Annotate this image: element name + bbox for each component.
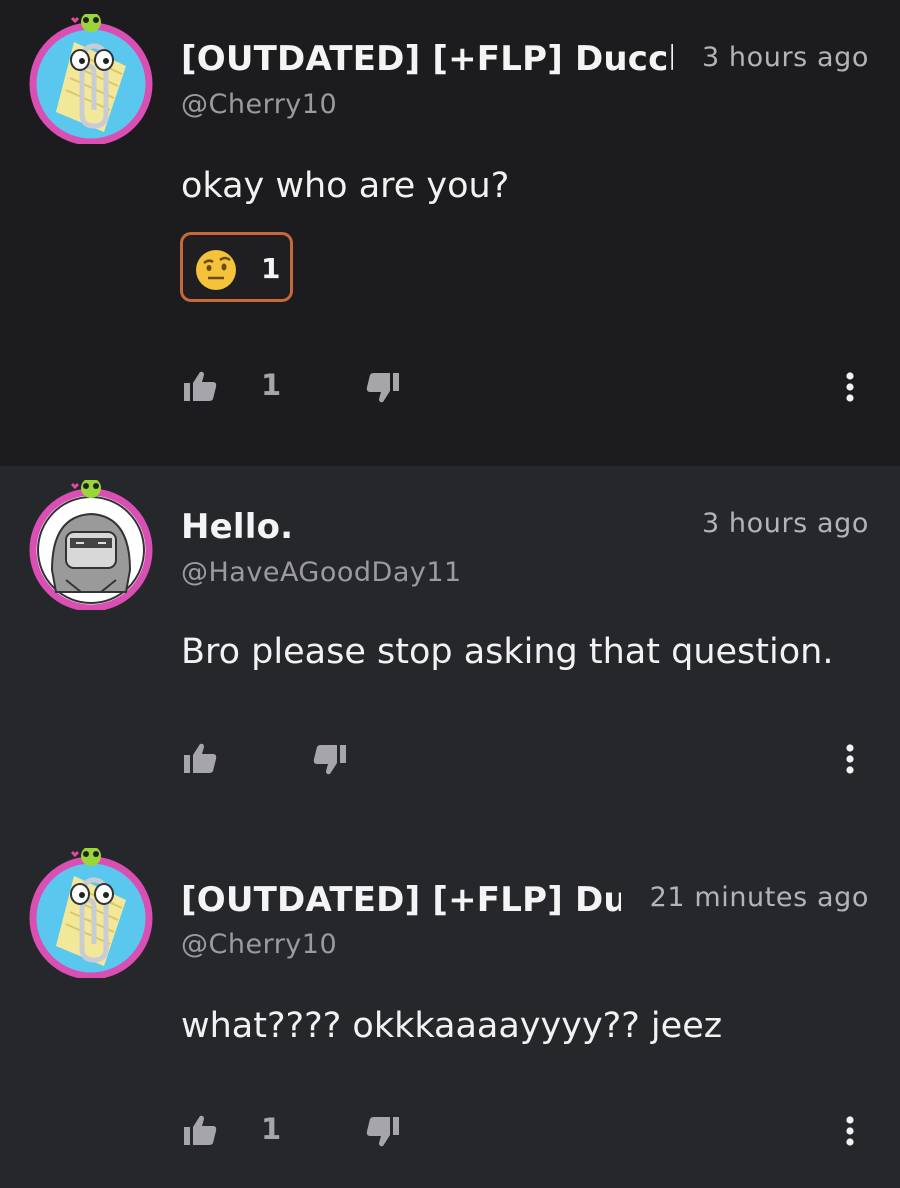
- author-name[interactable]: [OUTDATED] [+FLP] Ducclyn: [181, 39, 673, 79]
- avatar[interactable]: [26, 14, 156, 144]
- thumbs-up-icon[interactable]: [183, 370, 217, 402]
- avatar[interactable]: [26, 480, 156, 610]
- more-options-icon[interactable]: [838, 368, 862, 408]
- author-name[interactable]: [OUTDATED] [+FLP] Ducclyn: [181, 880, 621, 920]
- comment-text: okay who are you?: [181, 166, 510, 206]
- more-options-icon[interactable]: [838, 740, 862, 780]
- reaction-chip[interactable]: 1: [180, 232, 293, 302]
- thumbs-up-icon[interactable]: [183, 742, 217, 774]
- author-handle[interactable]: @Cherry10: [181, 929, 337, 960]
- action-bar: 1: [0, 1112, 900, 1152]
- like-count: 1: [261, 368, 282, 402]
- comment: [OUTDATED] [+FLP] Ducclyn 21 minutes ago…: [0, 838, 900, 1188]
- timestamp: 3 hours ago: [701, 508, 869, 539]
- timestamp: 21 minutes ago: [649, 882, 869, 913]
- thumbs-up-icon[interactable]: [183, 1114, 217, 1146]
- face-with-raised-eyebrow-icon: [196, 250, 236, 290]
- comment-text: Bro please stop asking that question.: [181, 632, 834, 672]
- avatar[interactable]: [26, 848, 156, 978]
- like-count: 1: [261, 1112, 282, 1146]
- comment: [OUTDATED] [+FLP] Ducclyn 3 hours ago @C…: [0, 0, 900, 466]
- timestamp: 3 hours ago: [701, 42, 869, 73]
- action-bar: [0, 740, 900, 780]
- author-handle[interactable]: @Cherry10: [181, 89, 337, 120]
- author-name[interactable]: Hello.: [181, 507, 293, 547]
- action-bar: 1: [0, 368, 900, 408]
- comment-text: what???? okkkaaaayyyy?? jeez: [181, 1006, 723, 1046]
- comment: Hello. 3 hours ago @HaveAGoodDay11 Bro p…: [0, 466, 900, 838]
- thumbs-down-icon[interactable]: [366, 372, 400, 404]
- thumbs-down-icon[interactable]: [366, 1116, 400, 1148]
- more-options-icon[interactable]: [838, 1112, 862, 1152]
- reaction-count: 1: [261, 252, 281, 285]
- author-handle[interactable]: @HaveAGoodDay11: [181, 557, 462, 588]
- thumbs-down-icon[interactable]: [313, 744, 347, 776]
